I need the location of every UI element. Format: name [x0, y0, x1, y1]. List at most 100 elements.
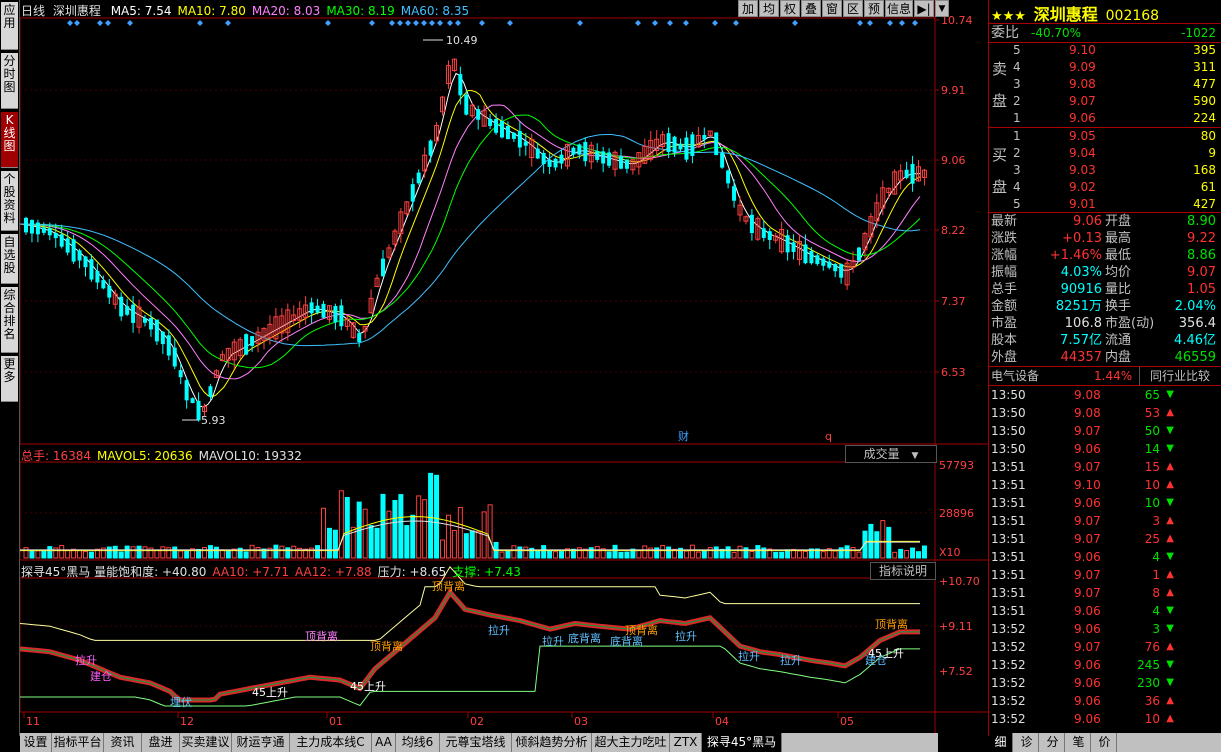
- candle-body-down: [678, 143, 683, 150]
- quote-tab-1[interactable]: 诊: [1015, 733, 1039, 752]
- toolbar-button-2[interactable]: 权: [780, 0, 800, 17]
- candle-body-down: [160, 331, 165, 345]
- stat-label-2: 换手: [1105, 299, 1132, 314]
- volume-bar: [422, 499, 428, 559]
- bottom-tab-3[interactable]: 盘进: [142, 733, 180, 752]
- candle-body-down: [65, 238, 70, 253]
- toolbar-button-1[interactable]: 均: [759, 0, 779, 17]
- tick-volume: 14: [1144, 442, 1160, 456]
- candle-body-down: [309, 302, 314, 314]
- tick-time: 13:50: [991, 424, 1026, 438]
- indicator-signal-label-2: 埋伏: [170, 695, 192, 709]
- left-tab-2[interactable]: K线图: [1, 112, 18, 168]
- bottom-tab-5[interactable]: 财运亨通: [232, 733, 290, 752]
- candle-body-down: [672, 136, 677, 153]
- volume-bar: [326, 527, 332, 559]
- kline-chart-area[interactable]: 拉升建仓埋伏顶背离顶背离45上升 45上升拉升顶背离拉升 底背离顶背离 拉升拉升 拉升底…: [20, 0, 988, 733]
- bottom-tab-4[interactable]: 买卖建议: [180, 733, 232, 752]
- volume-bar: [35, 550, 41, 559]
- tick-price: 9.10: [1074, 478, 1101, 492]
- toolbar-button-0[interactable]: 加: [738, 0, 758, 17]
- bottom-tab-11[interactable]: 超大主力吃吐: [592, 733, 670, 752]
- left-tab-5[interactable]: 综合排名: [1, 287, 18, 353]
- vol-tick-2: X10: [939, 546, 961, 559]
- sell-side-label: 卖: [992, 60, 1008, 78]
- tick-price: 9.06: [1074, 442, 1101, 456]
- vol-value-1: MAVOL5: 20636: [97, 449, 193, 463]
- stat-label: 外盘: [991, 350, 1018, 365]
- left-tab-1[interactable]: 分时图: [1, 53, 18, 109]
- stat-label: 股本: [991, 333, 1018, 348]
- weicha-value: -1022: [1181, 26, 1216, 40]
- level-price: 9.01: [1069, 197, 1096, 211]
- quote-tab-0[interactable]: 细: [989, 733, 1013, 752]
- tick-price: 9.06: [1074, 694, 1101, 708]
- candle-body-down: [511, 132, 516, 139]
- indicator-help-button[interactable]: 指标说明: [870, 562, 936, 580]
- tick-time: 13:51: [991, 568, 1026, 582]
- tick-row: 13:52 9.06 245 ▼: [989, 656, 1221, 674]
- stat-label: 涨幅: [991, 248, 1018, 263]
- toolbar-button-4[interactable]: 窗: [822, 0, 842, 17]
- volume-dropdown[interactable]: 成交量 ▼: [845, 445, 937, 463]
- volume-bar: [332, 529, 338, 559]
- toolbar-button-5[interactable]: 区: [843, 0, 863, 17]
- ind-value-4: 支撑: +7.43: [452, 565, 521, 579]
- bottom-tab-12[interactable]: ZTX: [670, 733, 702, 752]
- bottom-tab-13[interactable]: 探寻45°黑马: [702, 733, 782, 752]
- bottom-tab-8[interactable]: 均线6: [396, 733, 440, 752]
- bottom-tab-1[interactable]: 指标平台: [52, 733, 104, 752]
- toolbar-menu-button[interactable]: ▶|: [914, 0, 934, 17]
- left-tab-0[interactable]: 应用: [1, 2, 18, 50]
- volume-bar: [457, 506, 463, 559]
- compare-industry-button[interactable]: 同行业比较: [1139, 367, 1220, 385]
- tick-price: 9.06: [1074, 550, 1101, 564]
- bottom-tab-0[interactable]: 设置: [20, 733, 52, 752]
- indicator-signal-label-1: 建仓: [90, 669, 112, 683]
- left-tab-4[interactable]: 自选股: [1, 234, 18, 284]
- candle-body-down: [857, 247, 861, 261]
- signal-diamond: [325, 20, 331, 26]
- quote-tab-3[interactable]: 笔: [1067, 733, 1091, 752]
- tick-volume: 230: [1137, 676, 1160, 690]
- tick-volume: 36: [1144, 694, 1160, 708]
- bottom-tab-6[interactable]: 主力成本线C: [290, 733, 372, 752]
- volume-bar: [576, 547, 582, 559]
- bottom-tab-9[interactable]: 元尊宝塔线: [440, 733, 512, 752]
- finance-marker[interactable]: 财: [678, 429, 689, 443]
- candle-body-down: [41, 227, 46, 233]
- level-volume: 168: [1193, 163, 1216, 177]
- candle-body-down: [541, 153, 546, 164]
- toolbar-chevron-down-icon[interactable]: ▼: [935, 0, 949, 17]
- candle-body-down: [571, 147, 576, 155]
- quote-tab-2[interactable]: 分: [1041, 733, 1065, 752]
- volume-bar: [243, 551, 249, 559]
- candle-body-down: [458, 74, 463, 96]
- signal-diamond: [667, 20, 673, 26]
- volume-bar: [428, 472, 434, 559]
- candle-body-down: [833, 264, 838, 272]
- left-tab-3[interactable]: 个股资料: [1, 171, 18, 231]
- toolbar-button-3[interactable]: 叠: [801, 0, 821, 17]
- candle-body-down: [726, 170, 731, 184]
- bottom-tab-10[interactable]: 倾斜趋势分析: [512, 733, 592, 752]
- toolbar-button-6[interactable]: 预: [864, 0, 884, 17]
- candle-body-down: [666, 133, 671, 153]
- volume-bar: [368, 525, 374, 559]
- quote-tab-4[interactable]: 价: [1093, 733, 1117, 752]
- volume-bar: [802, 551, 808, 559]
- bottom-tab-2[interactable]: 资讯: [104, 733, 142, 752]
- candle-body-down: [416, 172, 421, 184]
- left-tab-6[interactable]: 更多: [1, 356, 18, 402]
- indicator-signal-label-16: 顶背离: [875, 617, 908, 631]
- sector-name[interactable]: 电气设备: [991, 367, 1039, 385]
- tick-time: 13:50: [991, 442, 1026, 456]
- bottom-tab-7[interactable]: AA: [372, 733, 396, 752]
- candle-body-down: [595, 151, 600, 160]
- volume-bar: [731, 551, 737, 559]
- volume-bar: [41, 550, 47, 559]
- q-marker[interactable]: q: [825, 430, 832, 443]
- toolbar-button-7[interactable]: 信息: [885, 0, 913, 17]
- signal-diamond: [867, 20, 873, 26]
- weibi-value: -40.70%: [1031, 26, 1082, 40]
